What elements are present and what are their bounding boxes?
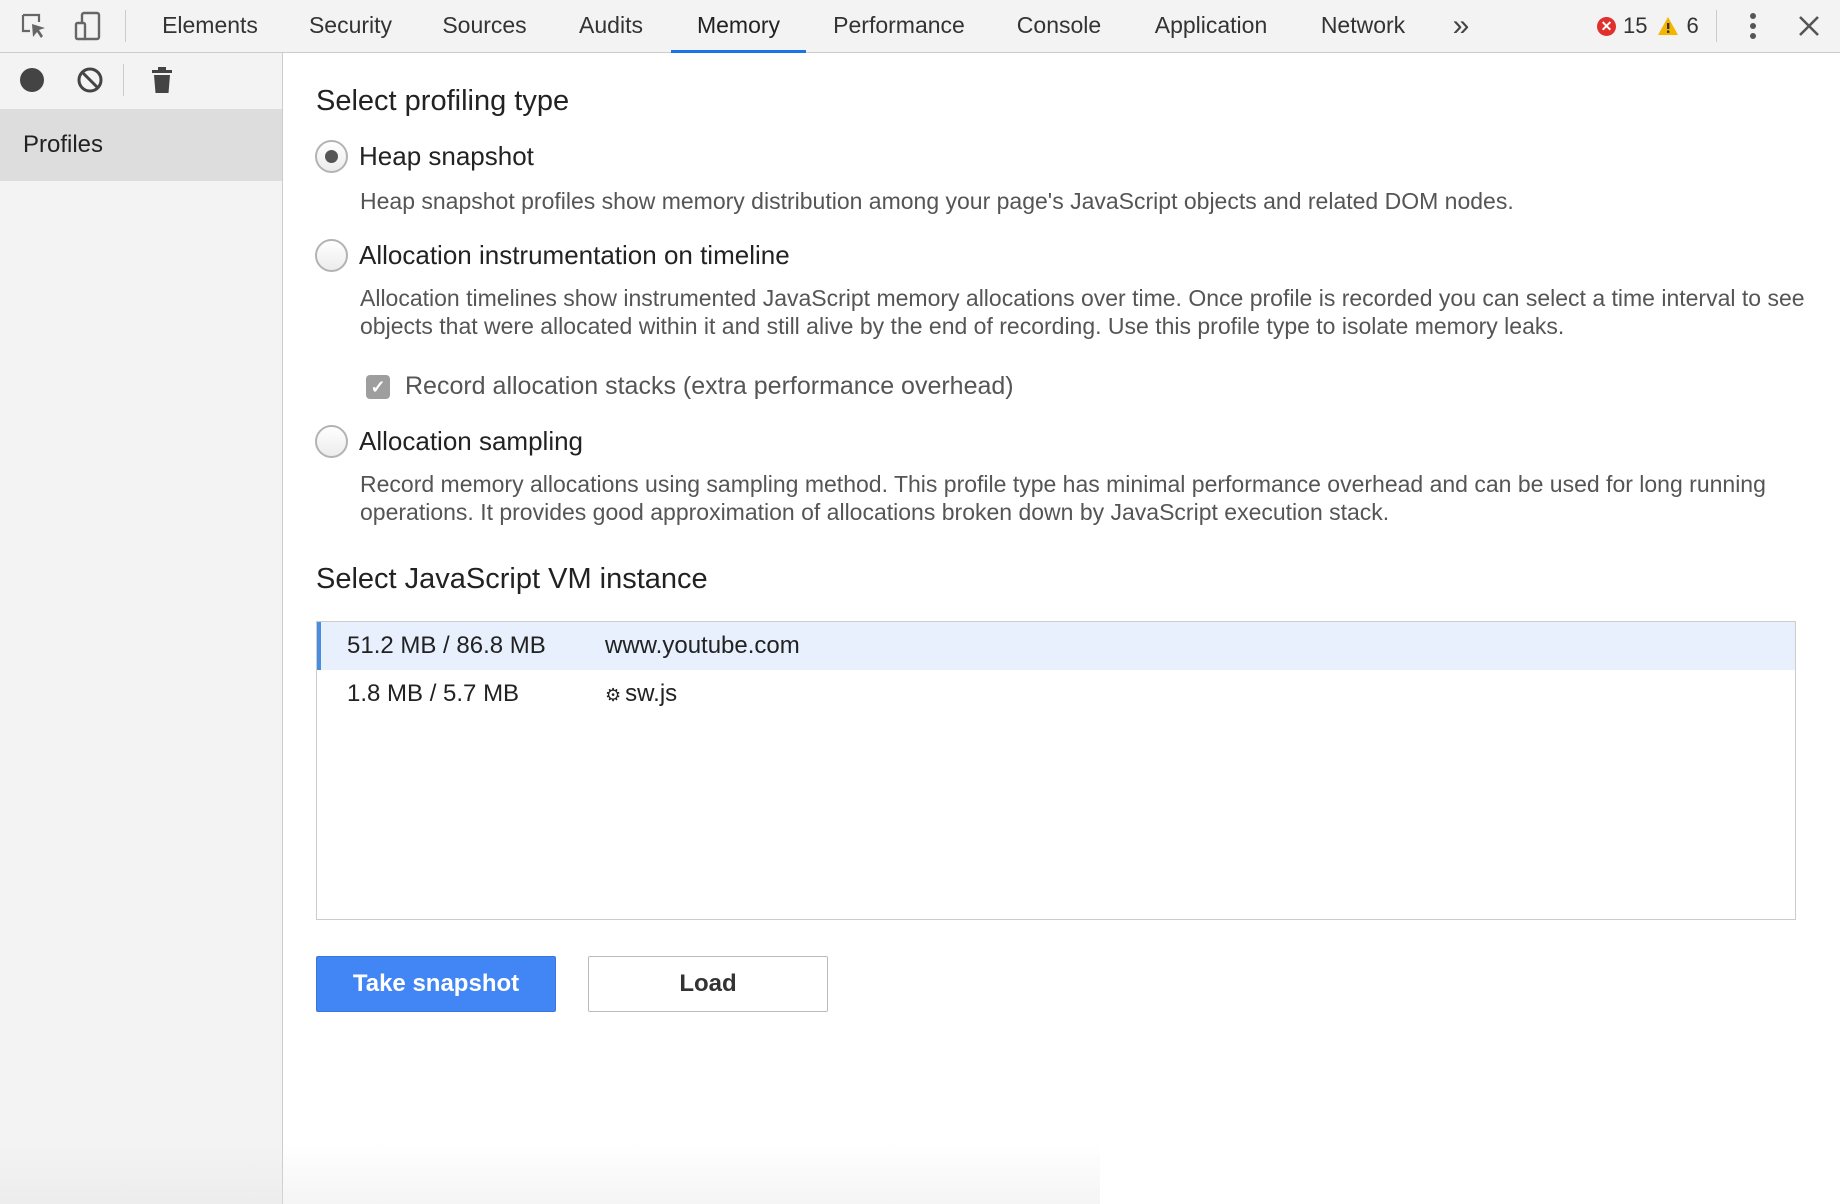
vm-instance-row[interactable]: 51.2 MB / 86.8 MB www.youtube.com — [317, 622, 1795, 670]
toolbar-divider — [1716, 10, 1717, 42]
take-snapshot-button[interactable]: Take snapshot — [316, 956, 556, 1012]
vm-instance-name-cell: ⚙ sw.js — [605, 670, 677, 719]
profiles-sidebar: Profiles — [0, 53, 283, 1204]
tab-application[interactable]: Application — [1145, 0, 1277, 52]
allocation-sampling-label: Allocation sampling — [359, 426, 584, 456]
allocation-timeline-label: Allocation instrumentation on timeline — [359, 240, 790, 270]
tab-security[interactable]: Security — [293, 0, 408, 52]
allocation-sampling-option[interactable]: Allocation sampling — [315, 425, 583, 458]
inspect-element-icon[interactable] — [14, 0, 54, 52]
vm-instance-name: www.youtube.com — [605, 632, 800, 659]
record-stacks-option[interactable]: ✓ Record allocation stacks (extra perfor… — [366, 372, 1014, 401]
vm-instance-size: 51.2 MB / 86.8 MB — [347, 632, 546, 659]
vm-instance-heading: Select JavaScript VM instance — [316, 563, 708, 595]
heap-snapshot-option[interactable]: Heap snapshot — [315, 140, 534, 173]
allocation-timeline-description: Allocation timelines show instrumented J… — [360, 285, 1805, 339]
tab-console[interactable]: Console — [1005, 0, 1113, 52]
gear-icon: ⚙ — [605, 685, 622, 705]
sidebar-item-profiles[interactable]: Profiles — [0, 109, 282, 181]
record-icon[interactable] — [14, 53, 50, 107]
tab-audits[interactable]: Audits — [563, 0, 659, 52]
close-icon[interactable] — [1792, 0, 1826, 52]
allocation-timeline-radio[interactable] — [315, 239, 348, 272]
vm-instance-size: 1.8 MB / 5.7 MB — [347, 680, 520, 707]
allocation-sampling-radio[interactable] — [315, 425, 348, 458]
record-stacks-checkbox[interactable]: ✓ — [366, 374, 390, 399]
toolbar-divider — [125, 10, 126, 42]
devtools-toolbar: Elements Security Sources Audits Memory … — [0, 0, 1840, 53]
allocation-timeline-option[interactable]: Allocation instrumentation on timeline — [315, 239, 790, 272]
issue-counts[interactable]: ✕ 15 6 — [1597, 0, 1699, 52]
heap-snapshot-radio[interactable] — [315, 140, 348, 173]
profiling-type-heading: Select profiling type — [316, 85, 570, 117]
memory-panel: Select profiling type Heap snapshot Heap… — [284, 53, 1840, 1204]
warning-icon — [1658, 17, 1679, 35]
trash-icon[interactable] — [144, 53, 180, 107]
error-icon: ✕ — [1597, 16, 1616, 36]
sidebar-toolbar — [0, 53, 283, 107]
vm-instance-row[interactable]: 1.8 MB / 5.7 MB ⚙ sw.js — [317, 670, 1795, 718]
tab-elements[interactable]: Elements — [148, 0, 272, 52]
device-toolbar-icon[interactable] — [68, 0, 108, 52]
tab-sources[interactable]: Sources — [431, 0, 538, 52]
error-count: 15 — [1623, 13, 1648, 38]
more-tabs-icon[interactable]: » — [1444, 0, 1478, 52]
vm-instance-name: sw.js — [625, 680, 678, 707]
sidebar-toolbar-divider — [123, 64, 124, 96]
tab-performance[interactable]: Performance — [820, 0, 978, 52]
record-stacks-label: Record allocation stacks (extra performa… — [405, 372, 1014, 400]
load-button[interactable]: Load — [588, 956, 828, 1012]
bottom-shadow — [0, 1144, 1100, 1204]
allocation-sampling-description: Record memory allocations using sampling… — [360, 471, 1766, 525]
tab-memory[interactable]: Memory — [671, 0, 806, 53]
heap-snapshot-label: Heap snapshot — [359, 141, 534, 171]
heap-snapshot-description: Heap snapshot profiles show memory distr… — [360, 188, 1514, 214]
tab-network[interactable]: Network — [1313, 0, 1413, 52]
clear-icon[interactable] — [72, 53, 108, 107]
vm-instance-list: 51.2 MB / 86.8 MB www.youtube.com 1.8 MB… — [316, 621, 1796, 920]
more-options-icon[interactable] — [1738, 0, 1768, 52]
warning-count: 6 — [1686, 13, 1699, 38]
